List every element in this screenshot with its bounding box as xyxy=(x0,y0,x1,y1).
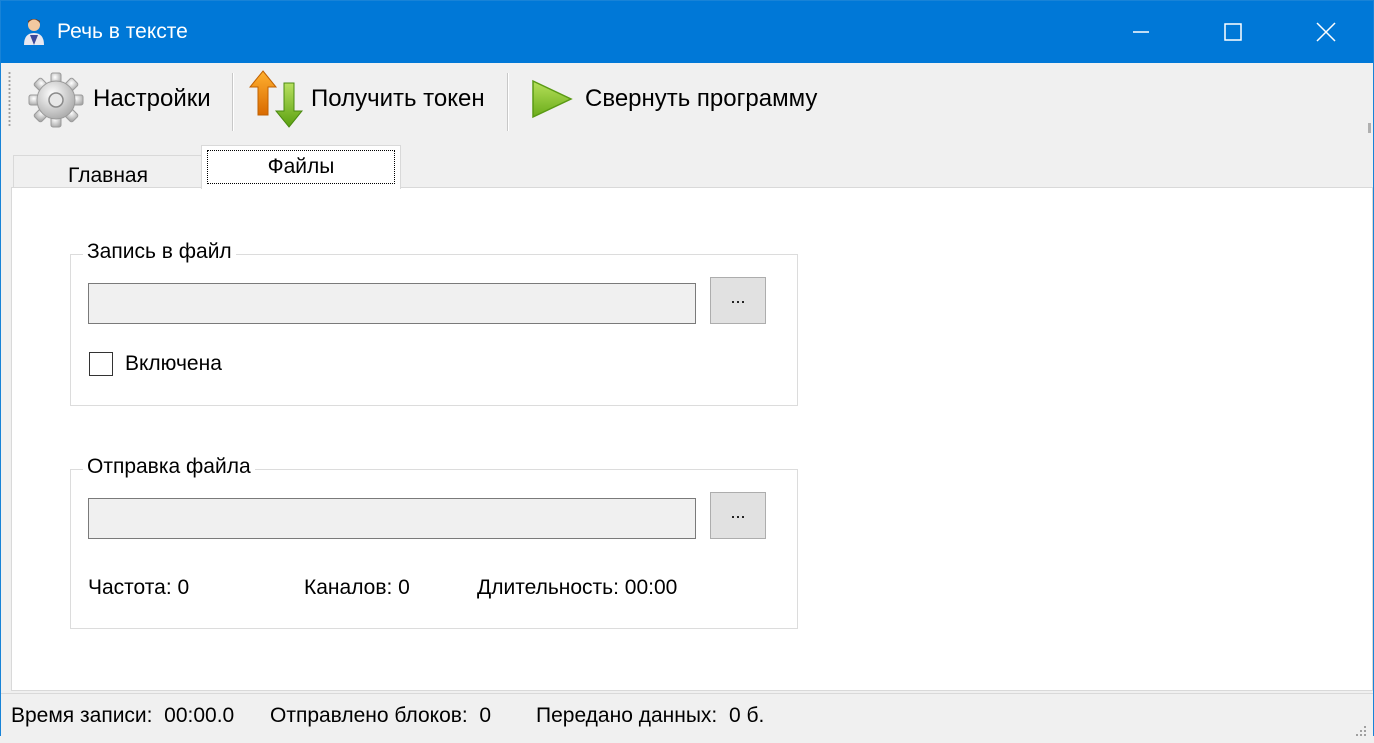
title-bar[interactable]: Речь в тексте xyxy=(1,1,1373,63)
send-file-path-field[interactable] xyxy=(88,498,696,539)
status-blocks-sent: Отправлено блоков: 0 xyxy=(270,704,492,727)
record-file-path-field[interactable] xyxy=(88,283,696,324)
settings-button[interactable]: Настройки xyxy=(27,67,211,131)
record-to-file-group: Запись в файл ... Включена xyxy=(70,240,798,406)
tab-files-label: Файлы xyxy=(267,154,335,178)
files-tab-panel: Запись в файл ... Включена Отправка файл… xyxy=(11,187,1373,691)
resize-grip-icon[interactable] xyxy=(1353,719,1367,736)
toolbar-separator xyxy=(507,73,509,131)
gear-icon xyxy=(27,70,85,128)
record-enabled-checkbox-row[interactable]: Включена xyxy=(89,351,222,377)
send-browse-label: ... xyxy=(730,502,746,522)
frequency-text: Частота: 0 xyxy=(88,576,190,599)
minimize-program-button[interactable]: Свернуть программу xyxy=(527,67,817,131)
tab-files[interactable]: Файлы xyxy=(201,145,401,189)
play-triangle-icon xyxy=(527,77,577,121)
maximize-window-button[interactable] xyxy=(1187,1,1279,63)
duration-text: Длительность: 00:00 xyxy=(477,576,678,599)
toolbar-grip[interactable] xyxy=(8,71,11,127)
record-browse-label: ... xyxy=(730,287,746,307)
toolbar: Настройки Получить токен Свернуть програ… xyxy=(1,63,1373,135)
tab-strip: Главная Файлы xyxy=(11,135,1371,189)
minimize-program-label: Свернуть программу xyxy=(585,85,818,112)
close-icon xyxy=(1316,22,1336,42)
tab-main-label: Главная xyxy=(68,163,148,187)
record-enabled-label: Включена xyxy=(125,352,222,375)
status-bar: Время записи: 00:00.0 Отправлено блоков:… xyxy=(1,693,1373,737)
app-user-icon xyxy=(21,17,47,47)
send-group-legend: Отправка файла xyxy=(83,455,255,479)
record-group-legend: Запись в файл xyxy=(83,240,236,264)
channels-text: Каналов: 0 xyxy=(304,576,410,599)
send-file-group: Отправка файла ... Частота: 0 Каналов: 0… xyxy=(70,455,798,629)
status-data-sent: Передано данных: 0 б. xyxy=(536,704,765,727)
app-window: Речь в тексте Настройки Получить токен С… xyxy=(0,0,1374,737)
close-window-button[interactable] xyxy=(1280,1,1372,63)
maximize-icon xyxy=(1224,23,1242,41)
send-browse-button[interactable]: ... xyxy=(710,492,766,539)
tab-main[interactable]: Главная xyxy=(13,155,203,189)
minimize-icon xyxy=(1133,31,1149,33)
status-record-time: Время записи: 00:00.0 xyxy=(11,704,235,727)
window-title: Речь в тексте xyxy=(57,20,188,43)
get-token-label: Получить токен xyxy=(311,85,485,112)
record-enabled-checkbox[interactable] xyxy=(89,352,113,376)
minimize-window-button[interactable] xyxy=(1095,1,1187,63)
get-token-button[interactable]: Получить токен xyxy=(249,67,485,131)
settings-label: Настройки xyxy=(93,85,211,112)
toolbar-overflow-indicator xyxy=(1368,123,1371,133)
record-browse-button[interactable]: ... xyxy=(710,277,766,324)
tab-files-focus: Файлы xyxy=(207,149,395,184)
up-down-arrows-icon xyxy=(249,69,303,129)
toolbar-separator xyxy=(232,73,234,131)
